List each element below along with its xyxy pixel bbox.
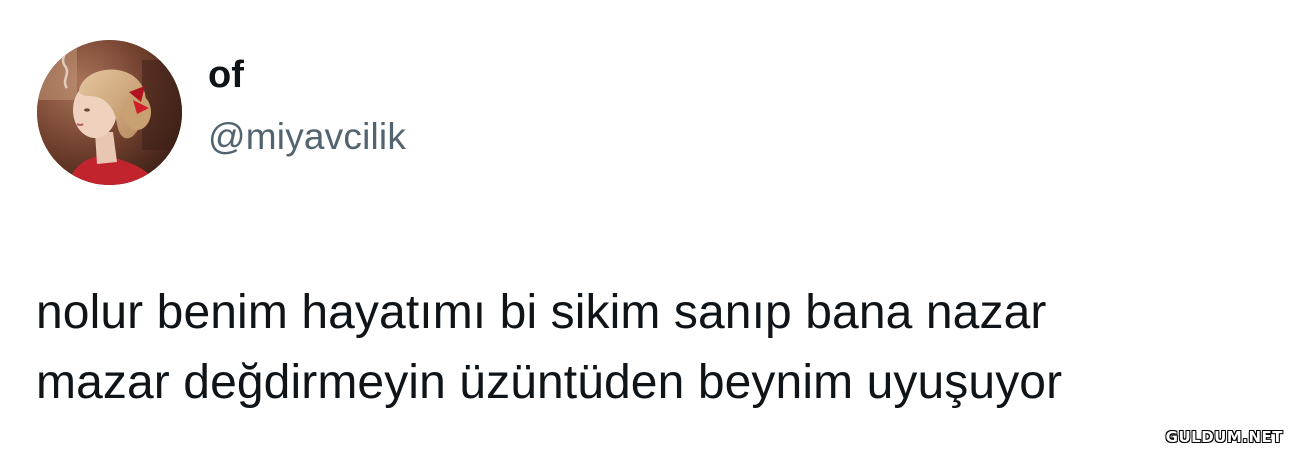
tweet-header: of @miyavcilik <box>37 40 406 185</box>
avatar-photo-icon <box>37 40 182 185</box>
tweet-text: nolur benim hayatımı bi sikim sanıp bana… <box>36 286 1063 409</box>
tweet-card: of @miyavcilik nolur benim hayatımı bi s… <box>0 0 1290 453</box>
author-display-name[interactable]: of <box>208 53 406 97</box>
author-handle[interactable]: @miyavcilik <box>208 115 406 159</box>
watermark-logo: GULDUM.NET <box>1162 427 1286 447</box>
profile-avatar[interactable] <box>37 40 182 185</box>
author-names: of @miyavcilik <box>208 54 406 159</box>
